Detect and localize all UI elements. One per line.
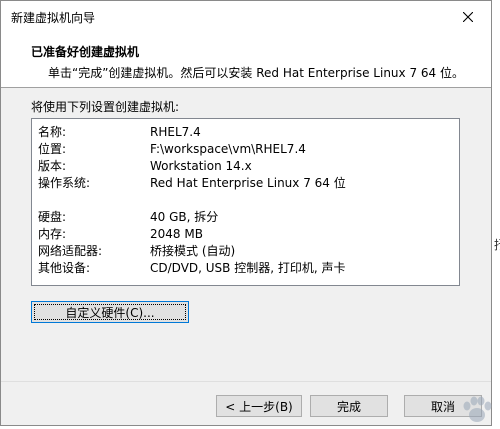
summary-value: RHEL7.4 [150,125,201,139]
summary-value: 40 GB, 拆分 [150,210,219,224]
window-title: 新建虚拟机向导 [11,11,96,25]
watermark-paw-icon [463,396,492,422]
summary-value: Red Hat Enterprise Linux 7 64 位 [150,176,346,190]
back-button-label: < 上一步(B) [225,399,293,414]
page-subtitle: 单击“完成”创建虚拟机。然后可以安装 Red Hat Enterprise Li… [48,66,464,80]
title-bar: 新建虚拟机向导 [1,1,491,33]
summary-key: 版本: [38,159,67,173]
summary-key: 操作系统: [38,176,91,190]
summary-value: Workstation 14.x [150,159,252,173]
customize-hardware-button[interactable]: 自定义硬件(C)... [31,301,189,323]
summary-key: 网络适配器: [38,244,103,258]
summary-value: CD/DVD, USB 控制器, 打印机, 声卡 [150,261,346,275]
summary-value: F:\workspace\vm\RHEL7.4 [150,142,306,156]
footer-divider [1,381,491,382]
new-vm-wizard-dialog: 新建虚拟机向导 已准备好创建虚拟机 单击“完成”创建虚拟机。然后可以安装 Red… [0,0,492,426]
customize-hardware-label: 自定义硬件(C)... [65,305,155,320]
finish-button-label: 完成 [336,399,361,414]
summary-key: 其他设备: [38,261,91,275]
settings-intro-label: 将使用下列设置创建虚拟机: [31,100,180,114]
settings-summary-box: 名称: RHEL7.4 位置: F:\workspace\vm\RHEL7.4 … [31,118,460,286]
summary-key: 内存: [38,227,67,241]
back-button[interactable]: < 上一步(B) [216,395,302,417]
finish-button[interactable]: 完成 [310,395,388,417]
page-title: 已准备好创建虚拟机 [31,45,140,59]
close-button[interactable] [445,1,491,32]
summary-key: 位置: [38,142,67,156]
cancel-button-label: 取消 [430,399,455,414]
summary-key: 硬盘: [38,210,67,224]
background-text-fragment: 抒 [494,236,500,253]
summary-value: 2048 MB [150,227,203,241]
summary-value: 桥接模式 (自动) [150,244,236,258]
wizard-header: 已准备好创建虚拟机 单击“完成”创建虚拟机。然后可以安装 Red Hat Ent… [1,32,491,88]
close-icon [463,11,473,22]
summary-key: 名称: [38,125,67,139]
